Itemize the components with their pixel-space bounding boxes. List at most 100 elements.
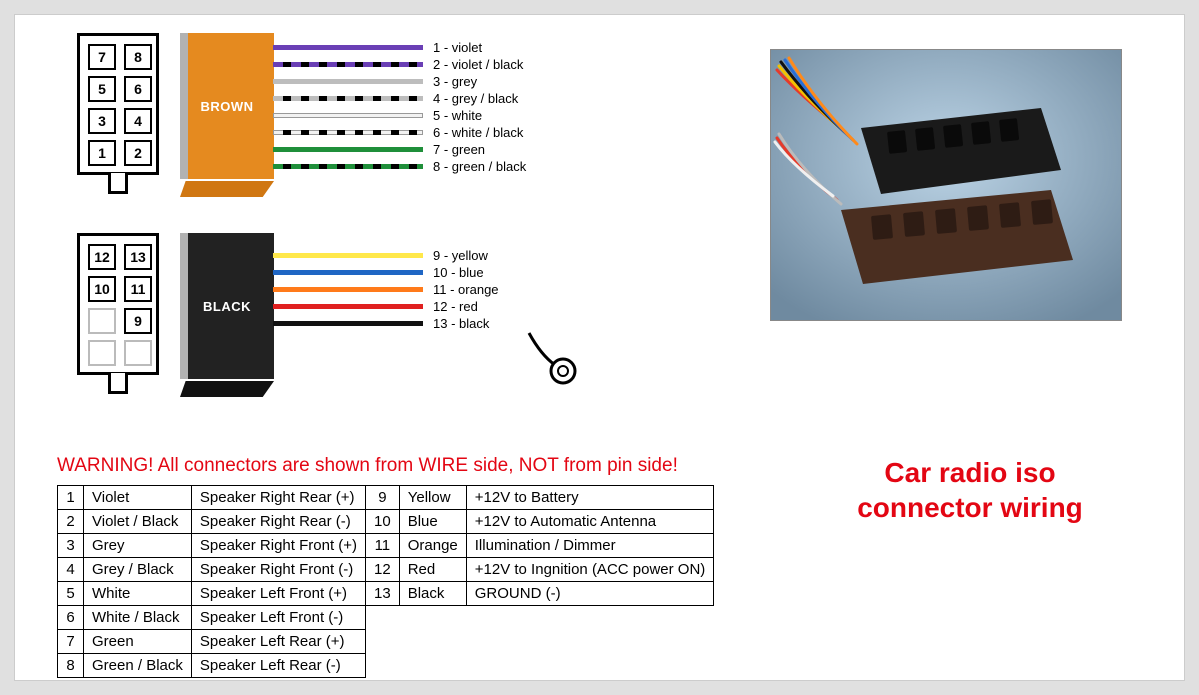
warning-text: WARNING! All connectors are shown from W… bbox=[57, 455, 678, 477]
table-cell: Green / Black bbox=[84, 654, 192, 678]
wire-row: 13 - black bbox=[273, 315, 499, 331]
table-cell: Violet / Black bbox=[84, 510, 192, 534]
table-cell: Violet bbox=[84, 486, 192, 510]
pin: 12 bbox=[88, 244, 116, 270]
table-cell: Grey / Black bbox=[84, 558, 192, 582]
table-cell: 4 bbox=[58, 558, 84, 582]
wire-label: 11 - orange bbox=[433, 282, 499, 297]
pin: 7 bbox=[88, 44, 116, 70]
wire-line bbox=[273, 147, 423, 152]
wire-row: 7 - green bbox=[273, 141, 526, 157]
connector-photo bbox=[770, 49, 1122, 321]
table-cell: 7 bbox=[58, 630, 84, 654]
table-row: 8Green / BlackSpeaker Left Rear (-) bbox=[58, 654, 714, 678]
pin: 8 bbox=[124, 44, 152, 70]
wire-line bbox=[273, 164, 423, 169]
table-cell: Grey bbox=[84, 534, 192, 558]
table-row: 4Grey / BlackSpeaker Right Front (-)12Re… bbox=[58, 558, 714, 582]
pin: 9 bbox=[124, 308, 152, 334]
pin bbox=[88, 308, 116, 334]
table-cell: Speaker Right Front (-) bbox=[191, 558, 365, 582]
wire-row: 1 - violet bbox=[273, 39, 526, 55]
wire-label: 12 - red bbox=[433, 299, 478, 314]
table-cell: 2 bbox=[58, 510, 84, 534]
table-cell: Red bbox=[399, 558, 466, 582]
table-row: 2Violet / BlackSpeaker Right Rear (-)10B… bbox=[58, 510, 714, 534]
wire-label: 10 - blue bbox=[433, 265, 484, 280]
table-row: 3GreySpeaker Right Front (+)11OrangeIllu… bbox=[58, 534, 714, 558]
table-cell: +12V to Battery bbox=[466, 486, 714, 510]
pinout-table: 1VioletSpeaker Right Rear (+)9Yellow+12V… bbox=[57, 485, 714, 678]
wire-label: 1 - violet bbox=[433, 40, 482, 55]
pin: 1 bbox=[88, 140, 116, 166]
wire-line bbox=[273, 62, 423, 67]
wire-label: 4 - grey / black bbox=[433, 91, 518, 106]
wire-row: 3 - grey bbox=[273, 73, 526, 89]
table-cell: Blue bbox=[399, 510, 466, 534]
table-cell: +12V to Automatic Antenna bbox=[466, 510, 714, 534]
table-row: 7GreenSpeaker Left Rear (+) bbox=[58, 630, 714, 654]
wire-label: 3 - grey bbox=[433, 74, 477, 89]
wire-line bbox=[273, 96, 423, 101]
wire-line bbox=[273, 321, 423, 326]
pin: 13 bbox=[124, 244, 152, 270]
table-cell: Speaker Right Front (+) bbox=[191, 534, 365, 558]
wire-label: 13 - black bbox=[433, 316, 489, 331]
table-cell: Black bbox=[399, 582, 466, 606]
table-cell: 9 bbox=[366, 486, 400, 510]
wire-label: 2 - violet / black bbox=[433, 57, 523, 72]
table-cell: 12 bbox=[366, 558, 400, 582]
table-cell: Speaker Left Front (-) bbox=[191, 606, 365, 630]
pin: 2 bbox=[124, 140, 152, 166]
table-cell: Speaker Left Rear (-) bbox=[191, 654, 365, 678]
table-cell: Orange bbox=[399, 534, 466, 558]
wire-label: 5 - white bbox=[433, 108, 482, 123]
table-cell: 1 bbox=[58, 486, 84, 510]
wire-row: 4 - grey / black bbox=[273, 90, 526, 106]
diagram-title: Car radio iso connector wiring bbox=[820, 455, 1120, 525]
wire-row: 8 - green / black bbox=[273, 158, 526, 174]
wire-row: 9 - yellow bbox=[273, 247, 499, 263]
wire-row: 6 - white / black bbox=[273, 124, 526, 140]
table-cell: White / Black bbox=[84, 606, 192, 630]
wire-line bbox=[273, 79, 423, 84]
wire-label: 6 - white / black bbox=[433, 125, 523, 140]
pin: 3 bbox=[88, 108, 116, 134]
table-cell: Speaker Right Rear (-) bbox=[191, 510, 365, 534]
pin bbox=[88, 340, 116, 366]
wire-row: 10 - blue bbox=[273, 264, 499, 280]
table-cell: Speaker Left Rear (+) bbox=[191, 630, 365, 654]
ring-terminal-icon bbox=[527, 331, 587, 391]
wire-line bbox=[273, 113, 423, 118]
table-cell: 13 bbox=[366, 582, 400, 606]
table-cell: 5 bbox=[58, 582, 84, 606]
table-cell: 10 bbox=[366, 510, 400, 534]
wire-label: 9 - yellow bbox=[433, 248, 488, 263]
table-cell: +12V to Ingnition (ACC power ON) bbox=[466, 558, 714, 582]
wire-line bbox=[273, 130, 423, 135]
wire-label: 7 - green bbox=[433, 142, 485, 157]
diagram-frame: 78563412 121310119 BROWN BLACK 1 - viole… bbox=[14, 14, 1185, 681]
wire-row: 11 - orange bbox=[273, 281, 499, 297]
table-row: 6White / BlackSpeaker Left Front (-) bbox=[58, 606, 714, 630]
connector-b-housing: 121310119 bbox=[77, 233, 159, 375]
table-cell: 3 bbox=[58, 534, 84, 558]
wire-row: 2 - violet / black bbox=[273, 56, 526, 72]
wire-row: 12 - red bbox=[273, 298, 499, 314]
table-cell: 11 bbox=[366, 534, 400, 558]
table-cell: 6 bbox=[58, 606, 84, 630]
wire-group-b: 9 - yellow 10 - blue 11 - orange 12 - red 13… bbox=[273, 247, 499, 332]
table-cell: Yellow bbox=[399, 486, 466, 510]
pin: 11 bbox=[124, 276, 152, 302]
housing-label-black: BLACK bbox=[180, 233, 274, 379]
wire-line bbox=[273, 270, 423, 275]
table-cell: Illumination / Dimmer bbox=[466, 534, 714, 558]
pin: 4 bbox=[124, 108, 152, 134]
wire-line bbox=[273, 45, 423, 50]
table-cell: Green bbox=[84, 630, 192, 654]
table-cell: 8 bbox=[58, 654, 84, 678]
wire-group-a: 1 - violet 2 - violet / black 3 - grey 4 - … bbox=[273, 39, 526, 175]
wire-label: 8 - green / black bbox=[433, 159, 526, 174]
wire-line bbox=[273, 253, 423, 258]
table-row: 5WhiteSpeaker Left Front (+)13BlackGROUN… bbox=[58, 582, 714, 606]
